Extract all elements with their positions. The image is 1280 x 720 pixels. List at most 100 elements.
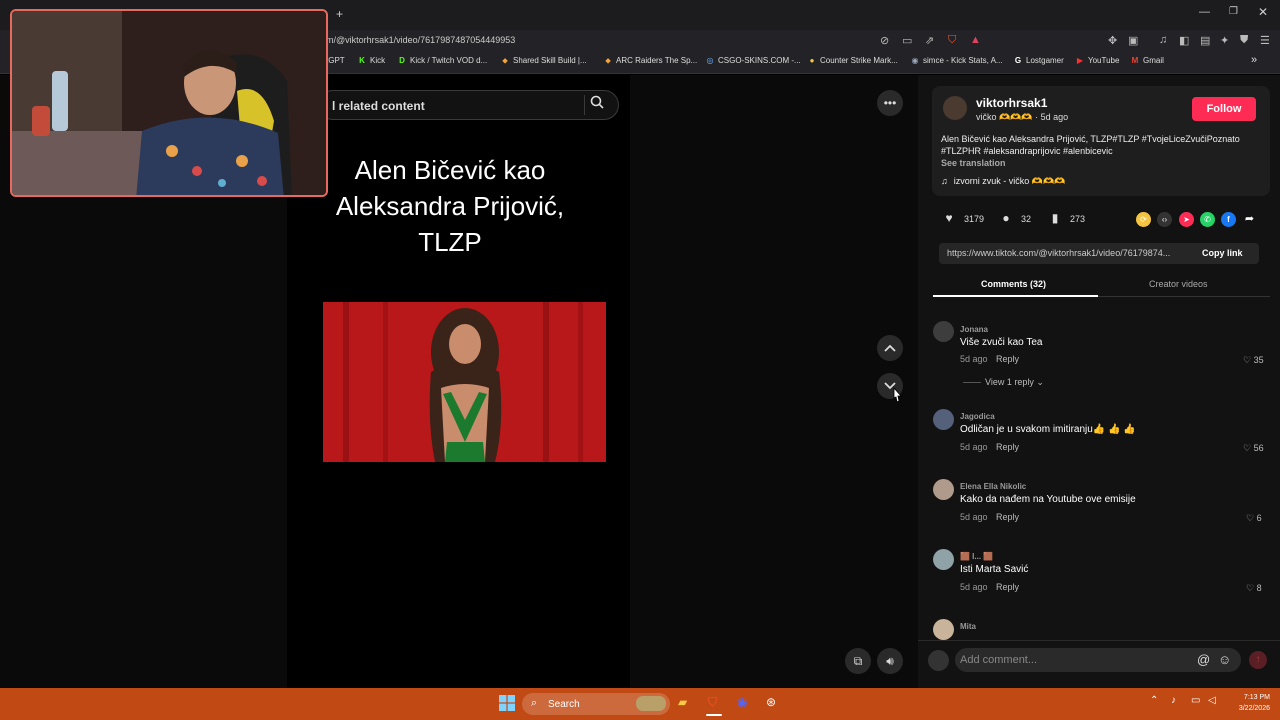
comment-like-button[interactable]: ♡ 35 — [1243, 355, 1264, 366]
like-count: 3179 — [964, 214, 985, 224]
cast-icon[interactable]: ▭ — [902, 34, 912, 47]
windows-start-icon[interactable] — [499, 695, 515, 713]
follow-button[interactable]: Follow — [1192, 97, 1256, 121]
clock-time[interactable]: 7:13 PM — [1228, 694, 1270, 701]
vpn-icon[interactable]: ⛊ — [1240, 34, 1248, 47]
vod-icon: D — [399, 56, 405, 65]
volume-icon[interactable]: 🔊︎ — [877, 648, 903, 674]
brave-rewards-icon[interactable]: ▲ — [970, 34, 981, 46]
minimize-icon[interactable]: — — [1199, 6, 1210, 18]
mention-icon[interactable]: @ — [1197, 652, 1210, 667]
steam-icon[interactable]: ⊛ — [766, 695, 776, 713]
comment-icon[interactable]: ● — [998, 211, 1014, 227]
emoji-icon[interactable]: ☺ — [1218, 652, 1231, 667]
comment-like-button[interactable]: ♡ 8 — [1246, 583, 1262, 594]
share-arrow-icon[interactable]: ➦ — [1242, 212, 1257, 227]
facebook-icon[interactable]: f — [1221, 212, 1236, 227]
heart-icon: ♡ — [1246, 513, 1257, 523]
tab-creator-videos[interactable]: Creator videos — [1149, 279, 1208, 289]
discord-icon[interactable]: ◉ — [737, 695, 747, 713]
commenter-avatar[interactable] — [933, 479, 954, 500]
brave-browser-icon[interactable]: ⛉ — [708, 695, 717, 713]
bookmark-youtube[interactable]: ▶ YouTube — [1075, 56, 1120, 65]
no-camera-icon[interactable]: ⊘ — [880, 34, 889, 47]
bookmark-label: YouTube — [1088, 56, 1120, 65]
bookmark-icon[interactable]: ▮ — [1047, 211, 1063, 227]
bookmark-kick[interactable]: K Kick — [357, 56, 385, 65]
commenter-avatar[interactable] — [933, 619, 954, 640]
like-icon[interactable]: ♥ — [941, 211, 957, 227]
video-frame[interactable] — [323, 302, 606, 462]
comment-like-button[interactable]: ♡ 56 — [1243, 443, 1264, 454]
commenter-avatar[interactable] — [933, 409, 954, 430]
comment-like-count: 35 — [1253, 355, 1264, 365]
view-replies-label: View 1 reply — [985, 377, 1034, 387]
whatsapp-icon[interactable]: ✆ — [1200, 212, 1215, 227]
creator-username[interactable]: viktorhrsak1 — [976, 96, 1047, 110]
bookmark-arc-raiders[interactable]: ⬥ ARC Raiders The Sp... — [603, 56, 697, 66]
sidebar-icon[interactable]: ◧ — [1179, 34, 1189, 47]
menu-icon[interactable]: ☰ — [1260, 34, 1270, 47]
share-page-icon[interactable]: ⇗ — [925, 34, 934, 47]
bookmark-label: Lostgamer — [1026, 56, 1064, 65]
commenter-avatar[interactable] — [933, 549, 954, 570]
extensions-icon[interactable]: ✥ — [1108, 34, 1117, 47]
youtube-icon: ▶ — [1076, 56, 1084, 65]
search-highlight-icon — [636, 696, 666, 711]
bookmark-label: ARC Raiders The Sp... — [616, 56, 698, 65]
bookmark-kick-stats[interactable]: ◉ simce - Kick Stats, A... — [910, 56, 1003, 65]
heart-icon: ♡ — [1246, 583, 1257, 593]
chevron-down-icon: ⌄ — [1036, 377, 1044, 387]
reply-button[interactable]: Reply — [996, 354, 1019, 364]
bookmark-kick-twitch-vod[interactable]: D Kick / Twitch VOD d... — [397, 56, 487, 65]
reply-button[interactable]: Reply — [996, 512, 1019, 522]
more-options-button[interactable]: ••• — [877, 90, 903, 116]
embed-icon[interactable]: ‹› — [1157, 212, 1172, 227]
comment-username[interactable]: Jonana — [960, 325, 988, 334]
sound-row[interactable]: ♫ izvorni zvuk - vičko 🫶🫶🫶 — [941, 176, 1065, 187]
comment-username[interactable]: Jagodica — [960, 412, 995, 421]
tab-search-icon[interactable]: ▣ — [1128, 34, 1138, 47]
send-icon[interactable]: ➤ — [1179, 212, 1194, 227]
more-bookmarks-button[interactable]: » — [1251, 54, 1257, 66]
bookmark-csgo-skins[interactable]: ◎ CSGO-SKINS.COM -... — [705, 56, 801, 65]
bookmark-counter-strike[interactable]: ● Counter Strike Mark... — [807, 56, 898, 65]
music-icon[interactable]: ♫ — [1159, 34, 1167, 46]
comment-username[interactable]: 🟫 I... 🟫 — [960, 552, 993, 561]
commenter-avatar[interactable] — [933, 321, 954, 342]
close-icon[interactable]: ✕ — [1258, 5, 1268, 19]
leo-ai-icon[interactable]: ✦ — [1220, 34, 1229, 47]
bookmark-shared-skill[interactable]: ⬥ Shared Skill Build |... — [500, 56, 586, 66]
restore-icon[interactable]: ❐ — [1229, 6, 1238, 17]
speaker-icon[interactable]: ◁ — [1208, 695, 1216, 713]
wallet-icon[interactable]: ▤ — [1200, 34, 1210, 47]
comment-like-count: 56 — [1253, 443, 1264, 453]
previous-video-button[interactable] — [877, 335, 903, 361]
heart-icon: ♡ — [1243, 355, 1254, 365]
network-icon[interactable]: ▭ — [1191, 695, 1200, 713]
creator-avatar[interactable] — [943, 96, 967, 120]
url-field[interactable]: m/@viktorhrsak1/video/761798748705444995… — [326, 35, 515, 45]
reply-button[interactable]: Reply — [996, 442, 1019, 452]
copy-link-button[interactable]: Copy link — [1202, 248, 1243, 258]
tray-chevron-icon[interactable]: ⌃ — [1150, 695, 1158, 713]
bookmark-gmail[interactable]: M Gmail — [1130, 56, 1164, 65]
brave-shield-icon[interactable]: ⛉ — [948, 34, 956, 47]
bookmark-chatgpt[interactable]: tGPT — [326, 56, 345, 65]
see-translation-link[interactable]: See translation — [941, 158, 1006, 168]
search-icon[interactable] — [590, 95, 604, 112]
reply-button[interactable]: Reply — [996, 582, 1019, 592]
view-replies-button[interactable]: View 1 reply ⌄ — [985, 377, 1044, 388]
file-explorer-icon[interactable]: ▰ — [678, 695, 687, 713]
post-comment-button[interactable]: ↑ — [1249, 651, 1267, 669]
bookmark-lostgamer[interactable]: G Lostgamer — [1013, 56, 1064, 65]
comment-username[interactable]: Mita — [960, 622, 976, 631]
mini-player-button[interactable]: ⧉ — [845, 648, 871, 674]
tab-comments[interactable]: Comments (32) — [981, 279, 1046, 289]
microphone-icon[interactable]: ♪ — [1171, 695, 1176, 713]
new-tab-button[interactable]: + — [336, 7, 343, 21]
comment-like-button[interactable]: ♡ 6 — [1246, 513, 1262, 524]
comment-username[interactable]: Elena Ella Nikolic — [960, 482, 1026, 491]
clock-date[interactable]: 3/22/2026 — [1228, 705, 1270, 712]
repost-icon[interactable]: ⟳ — [1136, 212, 1151, 227]
